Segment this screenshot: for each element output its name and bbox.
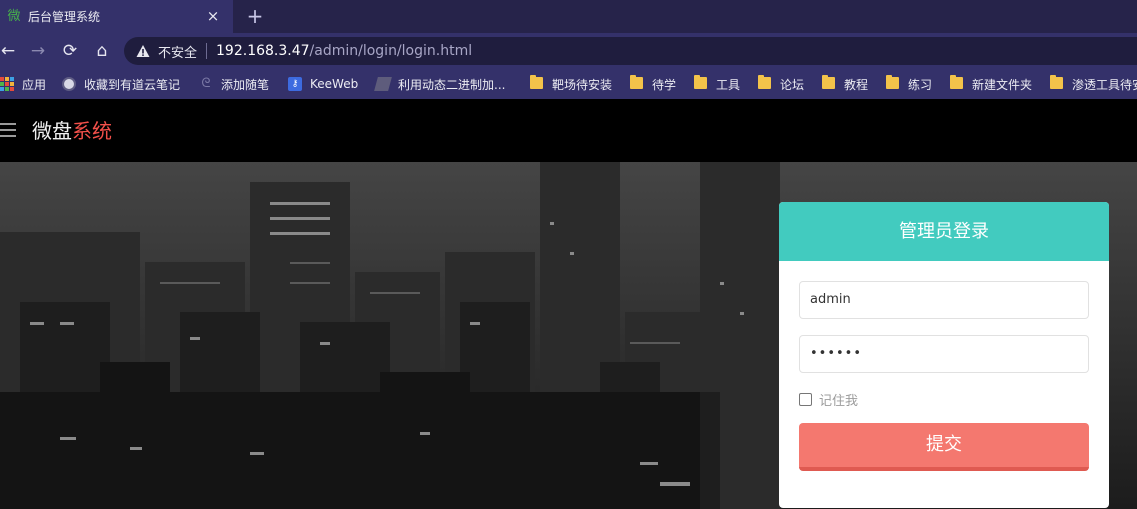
folder-icon <box>758 75 771 89</box>
remember-label: 记住我 <box>819 394 859 409</box>
browser-tab-strip: 微 后台管理系统 × + <box>0 0 1137 33</box>
forward-button[interactable]: → <box>26 39 50 63</box>
browser-toolbar: ← → ⟳ ⌂ 不安全 192.168.3.47/admin/login/log… <box>0 33 1137 69</box>
bookmark-label: 靶场待安装 <box>552 77 613 92</box>
site-brand: 微盘系统 <box>32 118 112 144</box>
bookmark-label: 教程 <box>844 77 869 92</box>
bookmark-label: 论坛 <box>780 77 805 92</box>
apps-icon <box>0 77 14 91</box>
remember-me[interactable]: 记住我 <box>799 390 858 409</box>
bookmark-label: 应用 <box>22 77 47 92</box>
bookmark-folder-range[interactable]: 靶场待安装 <box>530 75 612 93</box>
globe-icon <box>62 77 76 91</box>
spiral-icon: ᘓ <box>201 76 211 91</box>
bookmarks-bar: 应用 收藏到有道云笔记 ᘓ 添加随笔 ⚷ KeeWeb 利用动态二进制加... … <box>0 69 1137 99</box>
bookmark-add-note[interactable]: ᘓ 添加随笔 <box>199 75 269 93</box>
bookmark-folder-tools[interactable]: 工具 <box>694 75 740 93</box>
warning-icon <box>136 45 150 57</box>
browser-tab-active[interactable]: 微 后台管理系统 × <box>0 0 233 33</box>
brand-name-part2: 系统 <box>72 119 112 143</box>
folder-icon <box>530 75 543 89</box>
folder-icon <box>1050 75 1063 89</box>
bookmark-apps[interactable]: 应用 <box>0 75 46 93</box>
bookmark-binary[interactable]: 利用动态二进制加... <box>374 75 506 93</box>
folder-icon <box>886 75 899 89</box>
brand-name-part1: 微盘 <box>32 119 72 143</box>
folder-icon <box>950 75 963 89</box>
bookmark-label: 工具 <box>716 77 741 92</box>
close-tab-icon[interactable]: × <box>205 8 221 24</box>
bookmark-label: 新建文件夹 <box>972 77 1033 92</box>
folder-icon <box>822 75 835 89</box>
password-input[interactable]: •••••• <box>799 335 1089 373</box>
bookmark-folder-tutorial[interactable]: 教程 <box>822 75 868 93</box>
bookmark-label: 渗透工具待安 <box>1072 77 1137 92</box>
bookmark-label: 练习 <box>908 77 933 92</box>
bookmark-folder-practice[interactable]: 练习 <box>886 75 932 93</box>
url-text[interactable]: 192.168.3.47/admin/login/login.html <box>216 43 472 59</box>
folder-icon <box>694 75 707 89</box>
site-header: 微盘系统 <box>0 99 1137 162</box>
bookmark-label: 收藏到有道云笔记 <box>84 77 181 92</box>
login-panel: 管理员登录 admin •••••• 记住我 提交 <box>779 202 1109 508</box>
login-title: 管理员登录 <box>779 202 1109 261</box>
page-icon <box>374 77 392 91</box>
bookmark-youdao[interactable]: 收藏到有道云笔记 <box>62 75 180 93</box>
home-button[interactable]: ⌂ <box>90 39 114 63</box>
address-separator <box>206 43 208 59</box>
folder-icon <box>630 75 643 89</box>
security-status[interactable]: 不安全 <box>158 42 197 61</box>
keeweb-icon: ⚷ <box>288 77 302 91</box>
url-host: 192.168.3.47 <box>216 43 310 59</box>
bookmark-folder-new[interactable]: 新建文件夹 <box>950 75 1032 93</box>
menu-icon[interactable] <box>0 123 16 137</box>
url-path: /admin/login/login.html <box>309 43 473 59</box>
remember-checkbox[interactable] <box>799 393 812 406</box>
site-favicon-icon: 微 <box>7 8 21 24</box>
back-button[interactable]: ← <box>0 39 20 63</box>
bookmark-keeweb[interactable]: ⚷ KeeWeb <box>288 75 358 93</box>
tab-title: 后台管理系统 <box>28 10 101 24</box>
bookmark-folder-forum[interactable]: 论坛 <box>758 75 804 93</box>
username-input[interactable]: admin <box>799 281 1089 319</box>
bookmark-label: 利用动态二进制加... <box>398 77 506 92</box>
new-tab-button[interactable]: + <box>244 4 266 28</box>
bookmark-folder-pentest[interactable]: 渗透工具待安 <box>1050 75 1137 93</box>
submit-button[interactable]: 提交 <box>799 423 1089 471</box>
address-bar[interactable]: 不安全 192.168.3.47/admin/login/login.html <box>124 37 1137 65</box>
bookmark-folder-tolearn[interactable]: 待学 <box>630 75 676 93</box>
reload-button[interactable]: ⟳ <box>58 39 82 63</box>
bookmark-label: 待学 <box>652 77 677 92</box>
bookmark-label: 添加随笔 <box>221 77 270 92</box>
bookmark-label: KeeWeb <box>310 77 359 91</box>
